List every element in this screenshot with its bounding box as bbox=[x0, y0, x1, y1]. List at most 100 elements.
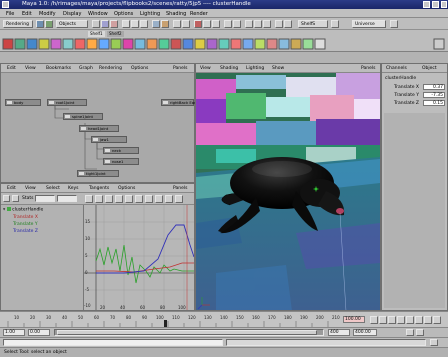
hypergraph-node[interactable]: neck bbox=[103, 147, 139, 154]
universe-dropdown[interactable]: Universe bbox=[352, 20, 386, 28]
go-to-end-icon[interactable] bbox=[433, 316, 441, 324]
hypergraph-node[interactable]: head1Joint bbox=[79, 125, 119, 132]
curve-tool-icon[interactable] bbox=[146, 38, 158, 50]
hypergraph-node[interactable]: spine1Joint bbox=[63, 113, 103, 120]
vp-menu-show[interactable]: Show bbox=[272, 66, 284, 71]
ep-curve-tool-icon[interactable] bbox=[158, 38, 170, 50]
camera-create-icon[interactable] bbox=[314, 38, 326, 50]
channel-tab-object[interactable]: Object bbox=[422, 66, 437, 71]
hypergraph-node[interactable]: rightBack Ear bbox=[161, 99, 196, 106]
move-tool-icon[interactable] bbox=[2, 38, 14, 50]
layout-single-icon[interactable] bbox=[275, 20, 283, 28]
ge-menu-tangents[interactable]: Tangents bbox=[89, 186, 109, 191]
outliner-channel-z[interactable]: Translate Z bbox=[13, 229, 38, 234]
current-time-indicator[interactable] bbox=[164, 320, 167, 327]
range-end-field[interactable]: 400 bbox=[328, 329, 350, 336]
flat-tangent-icon[interactable] bbox=[125, 195, 133, 203]
pivot-icon[interactable] bbox=[233, 20, 241, 28]
hg-menu-view[interactable]: View bbox=[25, 66, 36, 71]
move-keys-icon[interactable] bbox=[3, 195, 10, 202]
birail-tool-icon[interactable] bbox=[206, 38, 218, 50]
grid-toggle-icon[interactable] bbox=[203, 20, 211, 28]
sphere-tool-icon[interactable] bbox=[74, 38, 86, 50]
channel-row[interactable]: Translate Y -7.35 bbox=[386, 92, 445, 99]
script-editor-icon[interactable] bbox=[430, 339, 438, 346]
next-key-icon[interactable] bbox=[415, 316, 423, 324]
shelf-menu-icon[interactable] bbox=[433, 38, 445, 50]
mask-icon[interactable] bbox=[331, 20, 339, 28]
time-slider[interactable]: 10 20 30 40 50 60 70 80 90 100 110 120 1… bbox=[0, 311, 448, 327]
hypergraph-node[interactable]: tight1Joint bbox=[77, 170, 119, 177]
selection-field[interactable]: ShelfS bbox=[298, 20, 328, 28]
lattice-tool-icon[interactable] bbox=[254, 38, 266, 50]
ge-menu-view[interactable]: View bbox=[25, 186, 36, 191]
ipr-icon[interactable] bbox=[161, 20, 169, 28]
step-tangent-icon[interactable] bbox=[135, 195, 143, 203]
linear-tangent-icon[interactable] bbox=[115, 195, 123, 203]
auto-key-icon[interactable] bbox=[406, 329, 414, 336]
channel-value[interactable]: -7.35 bbox=[423, 92, 445, 98]
menu-file[interactable]: File bbox=[6, 11, 14, 17]
break-tangent-icon[interactable] bbox=[145, 195, 153, 203]
light-tool-icon[interactable] bbox=[302, 38, 314, 50]
vp-menu-shading[interactable]: Shading bbox=[220, 66, 238, 71]
bend-tool-icon[interactable] bbox=[266, 38, 278, 50]
hg-menu-graph[interactable]: Graph bbox=[79, 66, 93, 71]
maximize-icon[interactable] bbox=[432, 1, 439, 8]
anim-prefs-icon[interactable] bbox=[416, 329, 424, 336]
hypergraph-canvas[interactable]: body root1Joint rightBack Ear spine1Join… bbox=[1, 73, 196, 182]
select-by-object-icon[interactable] bbox=[101, 20, 109, 28]
mode-dropdown[interactable]: Rendering bbox=[3, 20, 33, 28]
keyframe-icon[interactable] bbox=[245, 20, 253, 28]
menu-render[interactable]: Render bbox=[190, 11, 208, 17]
scale-tool-icon[interactable] bbox=[26, 38, 38, 50]
joint-tool-icon[interactable] bbox=[218, 38, 230, 50]
free-weight-icon[interactable] bbox=[165, 195, 173, 203]
objects-dropdown[interactable]: Objects bbox=[56, 20, 88, 28]
construction-icon[interactable] bbox=[182, 20, 190, 28]
select-by-hierarchy-icon[interactable] bbox=[92, 20, 100, 28]
hypergraph-node[interactable]: root1Joint bbox=[47, 99, 87, 106]
prev-key-icon[interactable] bbox=[388, 316, 396, 324]
sine-tool-icon[interactable] bbox=[290, 38, 302, 50]
channel-object-name[interactable]: clusterHandle bbox=[385, 76, 416, 81]
outliner-icon[interactable] bbox=[263, 20, 271, 28]
current-frame-field[interactable]: 100.00 bbox=[343, 316, 365, 323]
cluster-tool-icon[interactable] bbox=[242, 38, 254, 50]
channel-value[interactable]: 0.37 bbox=[423, 84, 445, 90]
step-forward-icon[interactable] bbox=[424, 316, 432, 324]
layout-four-icon[interactable] bbox=[284, 20, 292, 28]
vp-menu-panels[interactable]: Panels bbox=[361, 66, 375, 71]
open-scene-icon[interactable] bbox=[45, 20, 53, 28]
new-scene-icon[interactable] bbox=[36, 20, 44, 28]
cube-tool-icon[interactable] bbox=[86, 38, 98, 50]
menu-modify[interactable]: Modify bbox=[39, 11, 56, 17]
flare-tool-icon[interactable] bbox=[278, 38, 290, 50]
history-icon[interactable] bbox=[173, 20, 181, 28]
spline-tangent-icon[interactable] bbox=[95, 195, 103, 203]
frame-all-icon[interactable] bbox=[85, 195, 93, 203]
select-by-component-icon[interactable] bbox=[110, 20, 118, 28]
menu-display[interactable]: Display bbox=[63, 11, 81, 17]
paint-tool-icon[interactable] bbox=[62, 38, 74, 50]
channel-tab-channels[interactable]: Channels bbox=[386, 66, 407, 71]
settings-icon[interactable] bbox=[390, 20, 398, 28]
outliner-channel-y[interactable]: Translate Y bbox=[13, 222, 38, 227]
menu-options[interactable]: Options bbox=[114, 11, 133, 17]
shelf-tab-2[interactable]: Shelf2 bbox=[107, 31, 124, 37]
cylinder-tool-icon[interactable] bbox=[98, 38, 110, 50]
graph-canvas[interactable]: 15 10 5 0 -5 -10 20 40 60 80 100 bbox=[84, 205, 194, 310]
extrude-tool-icon[interactable] bbox=[194, 38, 206, 50]
hypergraph-node[interactable]: jaw1 bbox=[91, 136, 127, 143]
range-min-field[interactable]: 0.00 bbox=[28, 329, 50, 336]
torus-tool-icon[interactable] bbox=[134, 38, 146, 50]
range-max-field[interactable]: 400.00 bbox=[353, 329, 377, 336]
snap-curve-icon[interactable] bbox=[131, 20, 139, 28]
curve-translate-z[interactable] bbox=[96, 224, 194, 274]
close-icon[interactable] bbox=[441, 1, 447, 8]
minimize-icon[interactable] bbox=[423, 1, 430, 8]
outliner-channel-x[interactable]: Translate X bbox=[13, 215, 38, 220]
snap-point-icon[interactable] bbox=[140, 20, 148, 28]
go-to-start-icon[interactable] bbox=[370, 316, 378, 324]
hg-menu-panels[interactable]: Panels bbox=[173, 66, 187, 71]
